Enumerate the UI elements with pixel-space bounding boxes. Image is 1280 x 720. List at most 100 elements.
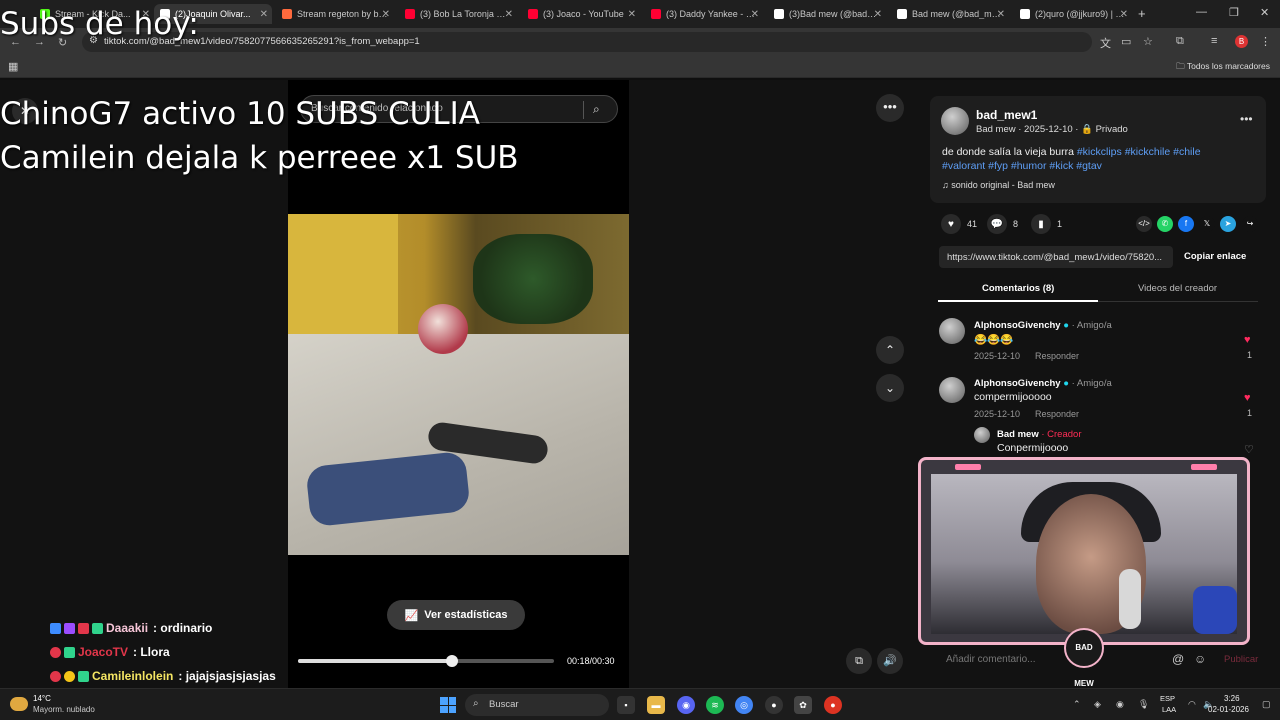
post-comment-button[interactable]: Publicar: [1224, 654, 1258, 665]
comment-heart-icon[interactable]: ♥: [1244, 334, 1251, 346]
cast-icon[interactable]: ▭: [1121, 35, 1131, 48]
author-avatar[interactable]: [941, 107, 969, 135]
browser-tab-joaco[interactable]: (3) Joaco - YouTube ✕: [522, 4, 640, 24]
copy-link-button[interactable]: Copiar enlace: [1184, 251, 1246, 262]
comment-icon[interactable]: 💬: [987, 214, 1007, 234]
clock-date[interactable]: 02-01-2026: [1208, 705, 1249, 714]
reply-button[interactable]: Responder: [1035, 409, 1079, 419]
all-bookmarks[interactable]: 🗀 Todos los marcadores: [1176, 61, 1270, 75]
discord-icon[interactable]: ◉: [677, 696, 695, 714]
chat-message: JoacoTV : Llora: [50, 641, 290, 663]
emoji-icon[interactable]: ☺: [1194, 652, 1206, 666]
recording-icon[interactable]: ●: [824, 696, 842, 714]
media-icon[interactable]: ≡: [1211, 35, 1217, 47]
post-description: de donde salía la vieja burra #kickclips…: [942, 146, 1201, 172]
tray-app-icon[interactable]: ◈: [1094, 699, 1101, 710]
close-tab-icon[interactable]: ✕: [997, 9, 1005, 20]
next-video-button[interactable]: ⌄: [876, 374, 904, 402]
commenter-avatar[interactable]: [939, 318, 965, 344]
whatsapp-icon[interactable]: ✆: [1157, 216, 1173, 232]
close-tab-icon[interactable]: ✕: [260, 9, 268, 20]
comment-action[interactable]: 💬 8: [987, 214, 1018, 234]
browser-tab-badmew-3[interactable]: (3)Bad mew (@bad_m... ✕: [768, 4, 886, 24]
language-indicator[interactable]: ESP: [1160, 694, 1175, 703]
volume-icon[interactable]: 🔊: [877, 648, 903, 674]
reply-author[interactable]: Bad mew · Creador: [997, 429, 1081, 440]
verified-icon: ●: [1063, 378, 1069, 389]
mention-icon[interactable]: @: [1172, 652, 1184, 666]
reply-heart-icon[interactable]: ♡: [1244, 443, 1254, 456]
close-tab-icon[interactable]: ✕: [1120, 9, 1128, 20]
heart-icon[interactable]: ♥: [941, 214, 961, 234]
close-tab-icon[interactable]: ✕: [628, 9, 636, 20]
comment-heart-icon[interactable]: ♥: [1244, 392, 1251, 404]
browser-tab-daddy[interactable]: (3) Daddy Yankee - L... ✕: [645, 4, 763, 24]
restore-icon[interactable]: ❐: [1229, 6, 1239, 19]
close-tab-icon[interactable]: ✕: [874, 9, 882, 20]
music-note-icon: ♫: [942, 180, 949, 190]
comment-author[interactable]: AlphonsoGivenchy ● · Amigo/a: [974, 378, 1112, 389]
task-view-icon[interactable]: ▪: [617, 696, 635, 714]
browser-tab-regeton[interactable]: Stream regeton by be... ✕: [276, 4, 394, 24]
notification-icon[interactable]: ▢: [1262, 699, 1271, 710]
menu-kebab-icon[interactable]: ⋮: [1260, 35, 1271, 48]
chrome-icon[interactable]: ◎: [735, 696, 753, 714]
author-username[interactable]: bad_mew1: [976, 108, 1037, 122]
commenter-avatar[interactable]: [939, 377, 965, 403]
x-icon[interactable]: 𝕏: [1199, 216, 1215, 232]
taskbar-search[interactable]: ⌕ Buscar: [465, 694, 609, 716]
music-label[interactable]: ♫ sonido original - Bad mew: [942, 180, 1055, 190]
bookmark-star-icon[interactable]: ☆: [1143, 35, 1153, 48]
facebook-icon[interactable]: f: [1178, 216, 1194, 232]
view-stats-button[interactable]: 📈 Ver estadísticas: [387, 600, 525, 630]
spotify-icon[interactable]: ≋: [706, 696, 724, 714]
weather-icon[interactable]: [10, 697, 28, 711]
extensions-icon[interactable]: ⧉: [1176, 35, 1184, 48]
obs-icon[interactable]: ●: [765, 696, 783, 714]
post-link-field[interactable]: https://www.tiktok.com/@bad_mew1/video/7…: [939, 246, 1173, 268]
omnibox[interactable]: ⚙ tiktok.com/@bad_mew1/video/75820775666…: [82, 32, 1092, 52]
apps-grid-icon[interactable]: ▦: [8, 60, 18, 73]
tray-app-icon[interactable]: ◉: [1116, 699, 1124, 710]
badge-icon: [50, 670, 61, 682]
close-tab-icon[interactable]: ✕: [505, 9, 513, 20]
floating-player-button[interactable]: ⧉: [846, 648, 872, 674]
webcam-overlay: [918, 457, 1250, 645]
previous-video-button[interactable]: ⌃: [876, 336, 904, 364]
translate-icon[interactable]: 文: [1100, 35, 1111, 51]
progress-handle[interactable]: [445, 655, 458, 667]
video-content[interactable]: [288, 214, 629, 555]
share-arrow-icon[interactable]: ↪: [1242, 216, 1258, 232]
windows-taskbar: 14°C Mayorm. nublado ⌕ Buscar ▪ ▬ ◉ ≋ ◎ …: [0, 688, 1280, 720]
reply-avatar[interactable]: [974, 427, 990, 443]
embed-icon[interactable]: </>: [1136, 216, 1152, 232]
search-icon[interactable]: ⌕: [593, 102, 600, 117]
post-more-icon[interactable]: •••: [1240, 112, 1253, 126]
comment-author[interactable]: AlphonsoGivenchy ● · Amigo/a: [974, 320, 1112, 331]
windows-start-icon[interactable]: [440, 697, 456, 713]
tab-comments[interactable]: Comentarios (8): [982, 283, 1054, 294]
tab-creator-videos[interactable]: Videos del creador: [1138, 283, 1217, 294]
mic-icon[interactable]: 🎙: [1138, 699, 1149, 710]
browser-tab-badmew[interactable]: Bad mew (@bad_me... ✕: [891, 4, 1009, 24]
new-tab-button[interactable]: +: [1138, 6, 1146, 21]
more-options-button[interactable]: •••: [876, 94, 904, 122]
profile-avatar[interactable]: B: [1235, 35, 1248, 48]
close-tab-icon[interactable]: ✕: [382, 9, 390, 20]
tray-chevron-icon[interactable]: ⌃: [1073, 699, 1081, 710]
close-tab-icon[interactable]: ✕: [751, 9, 759, 20]
bookmark-icon[interactable]: ▮: [1031, 214, 1051, 234]
clock-time[interactable]: 3:26: [1224, 694, 1240, 703]
save-action[interactable]: ▮ 1: [1031, 214, 1062, 234]
close-window-icon[interactable]: ✕: [1260, 6, 1269, 19]
browser-tab-bob[interactable]: (3) Bob La Toronja Vs... ✕: [399, 4, 517, 24]
reply-button[interactable]: Responder: [1035, 351, 1079, 361]
like-action[interactable]: ♥ 41: [941, 214, 977, 234]
file-explorer-icon[interactable]: ▬: [647, 696, 665, 714]
wifi-icon[interactable]: ◠: [1188, 699, 1196, 710]
video-progress-bar[interactable]: [298, 655, 554, 667]
browser-tab-quro[interactable]: (2)quro (@jjkuro9) | T... ✕: [1014, 4, 1132, 24]
telegram-icon[interactable]: ➤: [1220, 216, 1236, 232]
minimize-icon[interactable]: —: [1196, 6, 1207, 18]
app-icon[interactable]: ✿: [794, 696, 812, 714]
